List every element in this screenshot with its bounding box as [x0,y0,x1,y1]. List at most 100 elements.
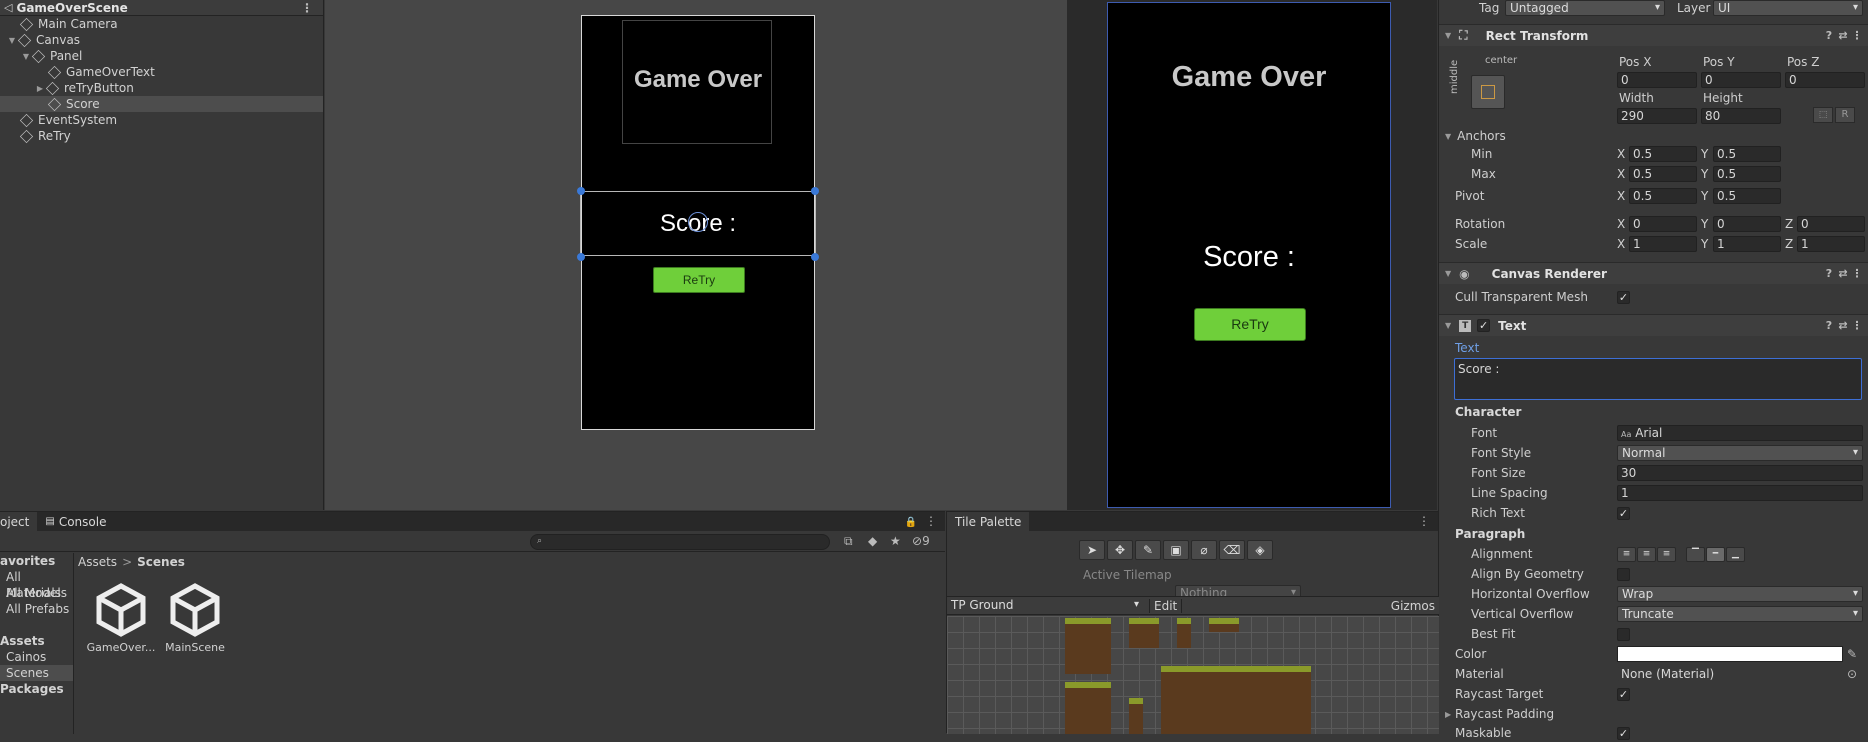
favorite-star-icon[interactable]: ★ [890,534,901,548]
max-y-field[interactable]: 0.5 [1713,166,1781,182]
anchors-fold-icon[interactable]: ▼ [1445,132,1451,141]
create-filter-icon[interactable]: ⧉ [844,534,853,549]
maskable-checkbox[interactable]: ✓ [1617,726,1630,740]
breadcrumb-assets[interactable]: Assets [78,555,117,569]
more-menu-icon[interactable]: ⋮ [301,1,313,15]
v-overflow-dropdown[interactable]: Truncate [1617,606,1863,622]
color-swatch[interactable] [1617,646,1843,662]
scale-y-field[interactable]: 1 [1713,236,1781,252]
raw-edit-button[interactable]: R [1835,107,1855,123]
align-center-icon[interactable]: ≡ [1637,546,1656,562]
anchor-preset-button[interactable] [1471,75,1505,109]
scene-move-gizmo-icon[interactable] [688,212,708,232]
lock-icon[interactable]: 🔒 [905,517,917,528]
scene-canvas-panel[interactable]: Game Over Score : ReTry [580,15,816,430]
align-middle-icon[interactable]: ━ [1706,546,1725,562]
pos-z-field[interactable]: 0 [1785,72,1865,88]
favorite-item[interactable]: All Materials [0,569,73,600]
selection-handle-tl[interactable] [577,187,585,195]
pivot-y-field[interactable]: 0.5 [1713,188,1781,204]
scene-view[interactable]: Game Over Score : ReTry [325,0,1067,510]
text-value-field[interactable]: Score : [1454,358,1862,400]
tile-dirt-block[interactable] [1129,618,1159,648]
selection-handle-tr[interactable] [811,187,819,195]
line-spacing-field[interactable]: 1 [1617,485,1863,501]
panel-menu-icon[interactable]: ⋮ [1418,514,1430,528]
assets-root-label[interactable]: Assets [0,633,73,649]
asset-file-mainscene[interactable]: MainScene [160,582,230,654]
cull-mesh-checkbox[interactable]: ✓ [1617,290,1630,304]
max-x-field[interactable]: 0.5 [1629,166,1697,182]
pos-y-field[interactable]: 0 [1701,72,1781,88]
favorite-item[interactable]: All Prefabs [0,601,73,617]
panel-menu-icon[interactable]: ⋮ [925,514,937,528]
selection-handle-bl[interactable] [577,253,585,261]
presets-icon[interactable]: ⇄ [1836,267,1850,281]
height-field[interactable]: 80 [1701,108,1781,124]
hierarchy-item-canvas[interactable]: ▼ Canvas [0,32,323,48]
scene-retry-button[interactable]: ReTry [653,267,745,293]
text-enabled-checkbox[interactable]: ✓ [1477,319,1491,332]
hierarchy-item-main-camera[interactable]: Main Camera [0,16,323,32]
fold-arrow-icon[interactable]: ▼ [1445,321,1451,330]
hierarchy-item-retrybutton[interactable]: ▶ reTryButton [0,80,323,96]
paint-brush-icon[interactable]: ✎ [1135,540,1161,560]
asset-file-gameover[interactable]: GameOver... [86,582,156,654]
tab-project[interactable]: oject [0,512,38,531]
scale-z-field[interactable]: 1 [1797,236,1865,252]
tile-grid[interactable] [947,616,1439,734]
help-icon[interactable]: ? [1822,267,1836,281]
packages-label[interactable]: Packages [0,681,73,697]
font-style-dropdown[interactable]: Normal [1617,445,1863,461]
label-filter-icon[interactable]: ◆ [868,534,877,548]
align-top-icon[interactable]: ▔ [1686,546,1705,562]
canvas-renderer-header[interactable]: ▼ ◉ Canvas Renderer ? ⇄ ⋮ [1439,262,1868,284]
favorites-label[interactable]: avorites [0,553,73,569]
game-retry-button[interactable]: ReTry [1194,308,1306,341]
raycast-target-checkbox[interactable]: ✓ [1617,687,1630,701]
h-overflow-dropdown[interactable]: Wrap [1617,586,1863,602]
font-field[interactable]: Aa Arial [1617,425,1863,441]
rotation-x-field[interactable]: 0 [1629,216,1697,232]
expand-arrow-icon[interactable]: ▼ [20,52,32,61]
tab-console[interactable]: ▤ Console [37,512,115,531]
breadcrumb-scenes[interactable]: Scenes [137,555,185,569]
help-icon[interactable]: ? [1822,319,1836,333]
tile-dirt-block[interactable] [1161,666,1311,734]
collapse-arrow-icon[interactable]: ▶ [34,84,46,93]
fill-bucket-icon[interactable]: ◈ [1247,540,1273,560]
project-search-input[interactable]: ⌕ [530,534,830,550]
fold-arrow-icon[interactable]: ▼ [1445,31,1451,40]
picker-tool-icon[interactable]: ⌀ [1191,540,1217,560]
tile-dirt-block[interactable] [1065,618,1111,674]
edit-palette-button[interactable]: Edit [1149,599,1183,613]
game-view[interactable]: Game Over Score : ReTry [1067,0,1437,510]
component-menu-icon[interactable]: ⋮ [1850,319,1864,333]
tile-dirt-block[interactable] [1129,698,1143,734]
palette-dropdown[interactable]: TP Ground [947,598,1143,614]
asset-folder-item[interactable]: Cainos [0,649,73,665]
selection-handle-br[interactable] [811,253,819,261]
component-menu-icon[interactable]: ⋮ [1850,267,1864,281]
width-field[interactable]: 290 [1617,108,1697,124]
scene-gameover-text[interactable]: Game Over [582,66,814,94]
hierarchy-item-eventsystem[interactable]: EventSystem [0,112,323,128]
hierarchy-item-gameovertext[interactable]: GameOverText [0,64,323,80]
eraser-tool-icon[interactable]: ⌫ [1219,540,1245,560]
hierarchy-item-retry[interactable]: ReTry [0,128,323,144]
asset-folder-item[interactable]: Scenes [0,665,73,681]
layer-dropdown[interactable]: UI [1713,0,1863,16]
eyedropper-icon[interactable]: ✎ [1847,647,1857,661]
component-menu-icon[interactable]: ⋮ [1850,29,1864,43]
pos-x-field[interactable]: 0 [1617,72,1697,88]
fold-arrow-icon[interactable]: ▼ [1445,269,1451,278]
object-picker-icon[interactable]: ⊙ [1847,667,1857,681]
align-bottom-icon[interactable]: ▁ [1726,546,1745,562]
hidden-packages-icon[interactable]: ⊘9 [912,534,930,548]
scale-x-field[interactable]: 1 [1629,236,1697,252]
raycast-padding-fold-icon[interactable]: ▶ [1445,710,1451,719]
material-field[interactable]: None (Material) [1617,666,1843,682]
hierarchy-item-score[interactable]: Score [0,96,323,112]
hierarchy-item-panel[interactable]: ▼ Panel [0,48,323,64]
rotation-z-field[interactable]: 0 [1797,216,1865,232]
